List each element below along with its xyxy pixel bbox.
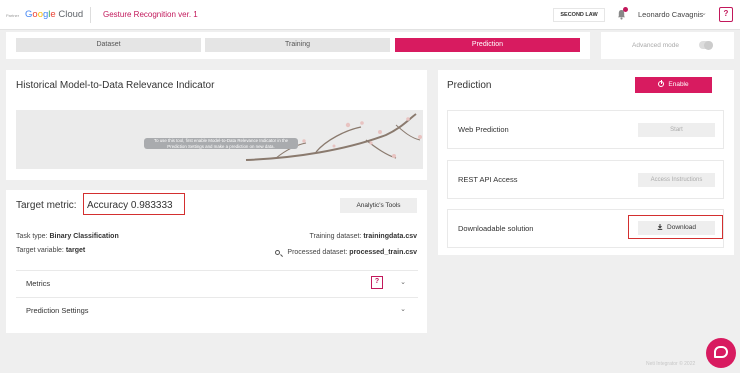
power-icon xyxy=(658,80,665,87)
workspace-button[interactable]: SECOND LAW xyxy=(553,8,605,22)
prediction-settings-label: Prediction Settings xyxy=(26,306,89,315)
processed-dataset-value: processed_train.csv xyxy=(349,249,417,256)
chevron-down-icon[interactable]: ⌄ xyxy=(400,278,406,286)
download-button[interactable]: Download xyxy=(638,221,715,235)
chat-icon xyxy=(714,346,728,358)
training-dataset-label: Training dataset: xyxy=(309,233,362,240)
enable-button[interactable]: Enable xyxy=(635,77,712,93)
target-variable: Target variable: target xyxy=(16,247,85,254)
task-type-value: Binary Classification xyxy=(49,233,119,240)
notification-badge xyxy=(623,7,628,12)
downloadable-solution-label: Downloadable solution xyxy=(458,224,534,233)
start-button[interactable]: Start xyxy=(638,123,715,137)
training-dataset-value: trainingdata.csv xyxy=(363,233,417,240)
footer-copyright: Neti Integrator © 2022 xyxy=(646,361,696,367)
prediction-settings-accordion[interactable]: Prediction Settings ⌄ xyxy=(16,297,418,323)
google-letter: e xyxy=(50,9,56,20)
user-name[interactable]: Leonardo Cavagnis xyxy=(638,10,703,19)
web-prediction-card: Web Prediction Start xyxy=(447,110,724,149)
chevron-down-icon[interactable]: ⌄ xyxy=(701,9,707,17)
tab-prediction[interactable]: Prediction xyxy=(395,38,580,52)
metrics-help-button[interactable]: ? xyxy=(371,276,383,289)
task-type: Task type: Binary Classification xyxy=(16,233,119,240)
rest-api-card: REST API Access Access Instructions xyxy=(447,160,724,199)
access-instructions-button[interactable]: Access Instructions xyxy=(638,173,715,187)
historical-panel-title: Historical Model-to-Data Relevance Indic… xyxy=(16,80,215,91)
target-metric-value: Accuracy 0.983333 xyxy=(87,200,173,211)
search-icon[interactable] xyxy=(275,250,281,255)
task-type-label: Task type: xyxy=(16,233,48,240)
google-cloud-logo: Google Cloud xyxy=(25,9,83,20)
prediction-panel-title: Prediction xyxy=(447,80,492,91)
google-wordmark: Google xyxy=(25,9,56,20)
step-tabs: Dataset Training Prediction xyxy=(6,32,590,59)
advanced-mode-card: Advanced mode xyxy=(601,32,734,59)
download-icon xyxy=(657,224,663,230)
historical-tip: To use this tool, first enable Model-to-… xyxy=(144,138,298,150)
advanced-mode-toggle[interactable] xyxy=(699,40,713,50)
target-variable-label: Target variable: xyxy=(16,247,64,254)
processed-dataset[interactable]: Processed dataset: processed_train.csv xyxy=(275,249,417,256)
historical-placeholder: To use this tool, first enable Model-to-… xyxy=(16,110,423,169)
advanced-mode-label: Advanced mode xyxy=(632,42,679,49)
top-header: Partner Google Cloud Gesture Recognition… xyxy=(0,0,740,30)
download-button-label: Download xyxy=(667,224,696,231)
metrics-label: Metrics xyxy=(26,279,51,288)
training-dataset: Training dataset: trainingdata.csv xyxy=(309,233,417,240)
metrics-accordion[interactable]: Metrics ? ⌄ xyxy=(16,270,418,296)
prediction-panel: Prediction Enable Web Prediction Start R… xyxy=(438,70,734,255)
tab-dataset[interactable]: Dataset xyxy=(16,38,201,52)
historical-relevance-panel: Historical Model-to-Data Relevance Indic… xyxy=(6,70,427,180)
partner-label: Partner xyxy=(6,13,20,18)
analytics-tools-button[interactable]: Analytic's Tools xyxy=(340,198,417,213)
help-button[interactable]: ? xyxy=(719,7,733,22)
web-prediction-label: Web Prediction xyxy=(458,125,509,134)
enable-button-label: Enable xyxy=(668,81,689,88)
header-divider xyxy=(90,7,91,23)
target-metric-label: Target metric: xyxy=(16,200,77,211)
cloud-wordmark: Cloud xyxy=(58,9,84,20)
app-title[interactable]: Gesture Recognition ver. 1 xyxy=(103,10,198,19)
chat-button[interactable] xyxy=(706,338,736,368)
chevron-down-icon[interactable]: ⌄ xyxy=(400,305,406,313)
tab-training[interactable]: Training xyxy=(205,38,390,52)
rest-api-label: REST API Access xyxy=(458,175,518,184)
target-metric-panel: Target metric: Accuracy 0.983333 Analyti… xyxy=(6,190,427,333)
processed-dataset-label: Processed dataset: xyxy=(287,249,348,256)
target-variable-value: target xyxy=(65,247,86,254)
